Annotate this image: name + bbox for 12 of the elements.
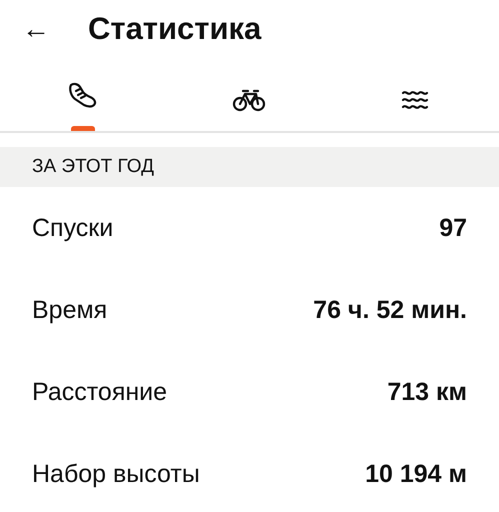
back-button[interactable]: ← [22, 15, 50, 43]
stat-label: Набор высоты [32, 460, 200, 488]
stat-label: Расстояние [32, 378, 168, 406]
page-title: Статистика [88, 11, 262, 47]
stat-value: 713 км [387, 378, 467, 406]
bicycle-icon [232, 88, 266, 112]
stat-value: 97 [439, 214, 467, 242]
stat-value: 10 194 м [365, 460, 467, 488]
stat-label: Время [32, 296, 108, 324]
section-title: ЗА ЭТОТ ГОД [32, 156, 154, 178]
stat-value: 76 ч. 52 мин. [313, 296, 467, 324]
stat-label: Спуски [32, 214, 114, 242]
